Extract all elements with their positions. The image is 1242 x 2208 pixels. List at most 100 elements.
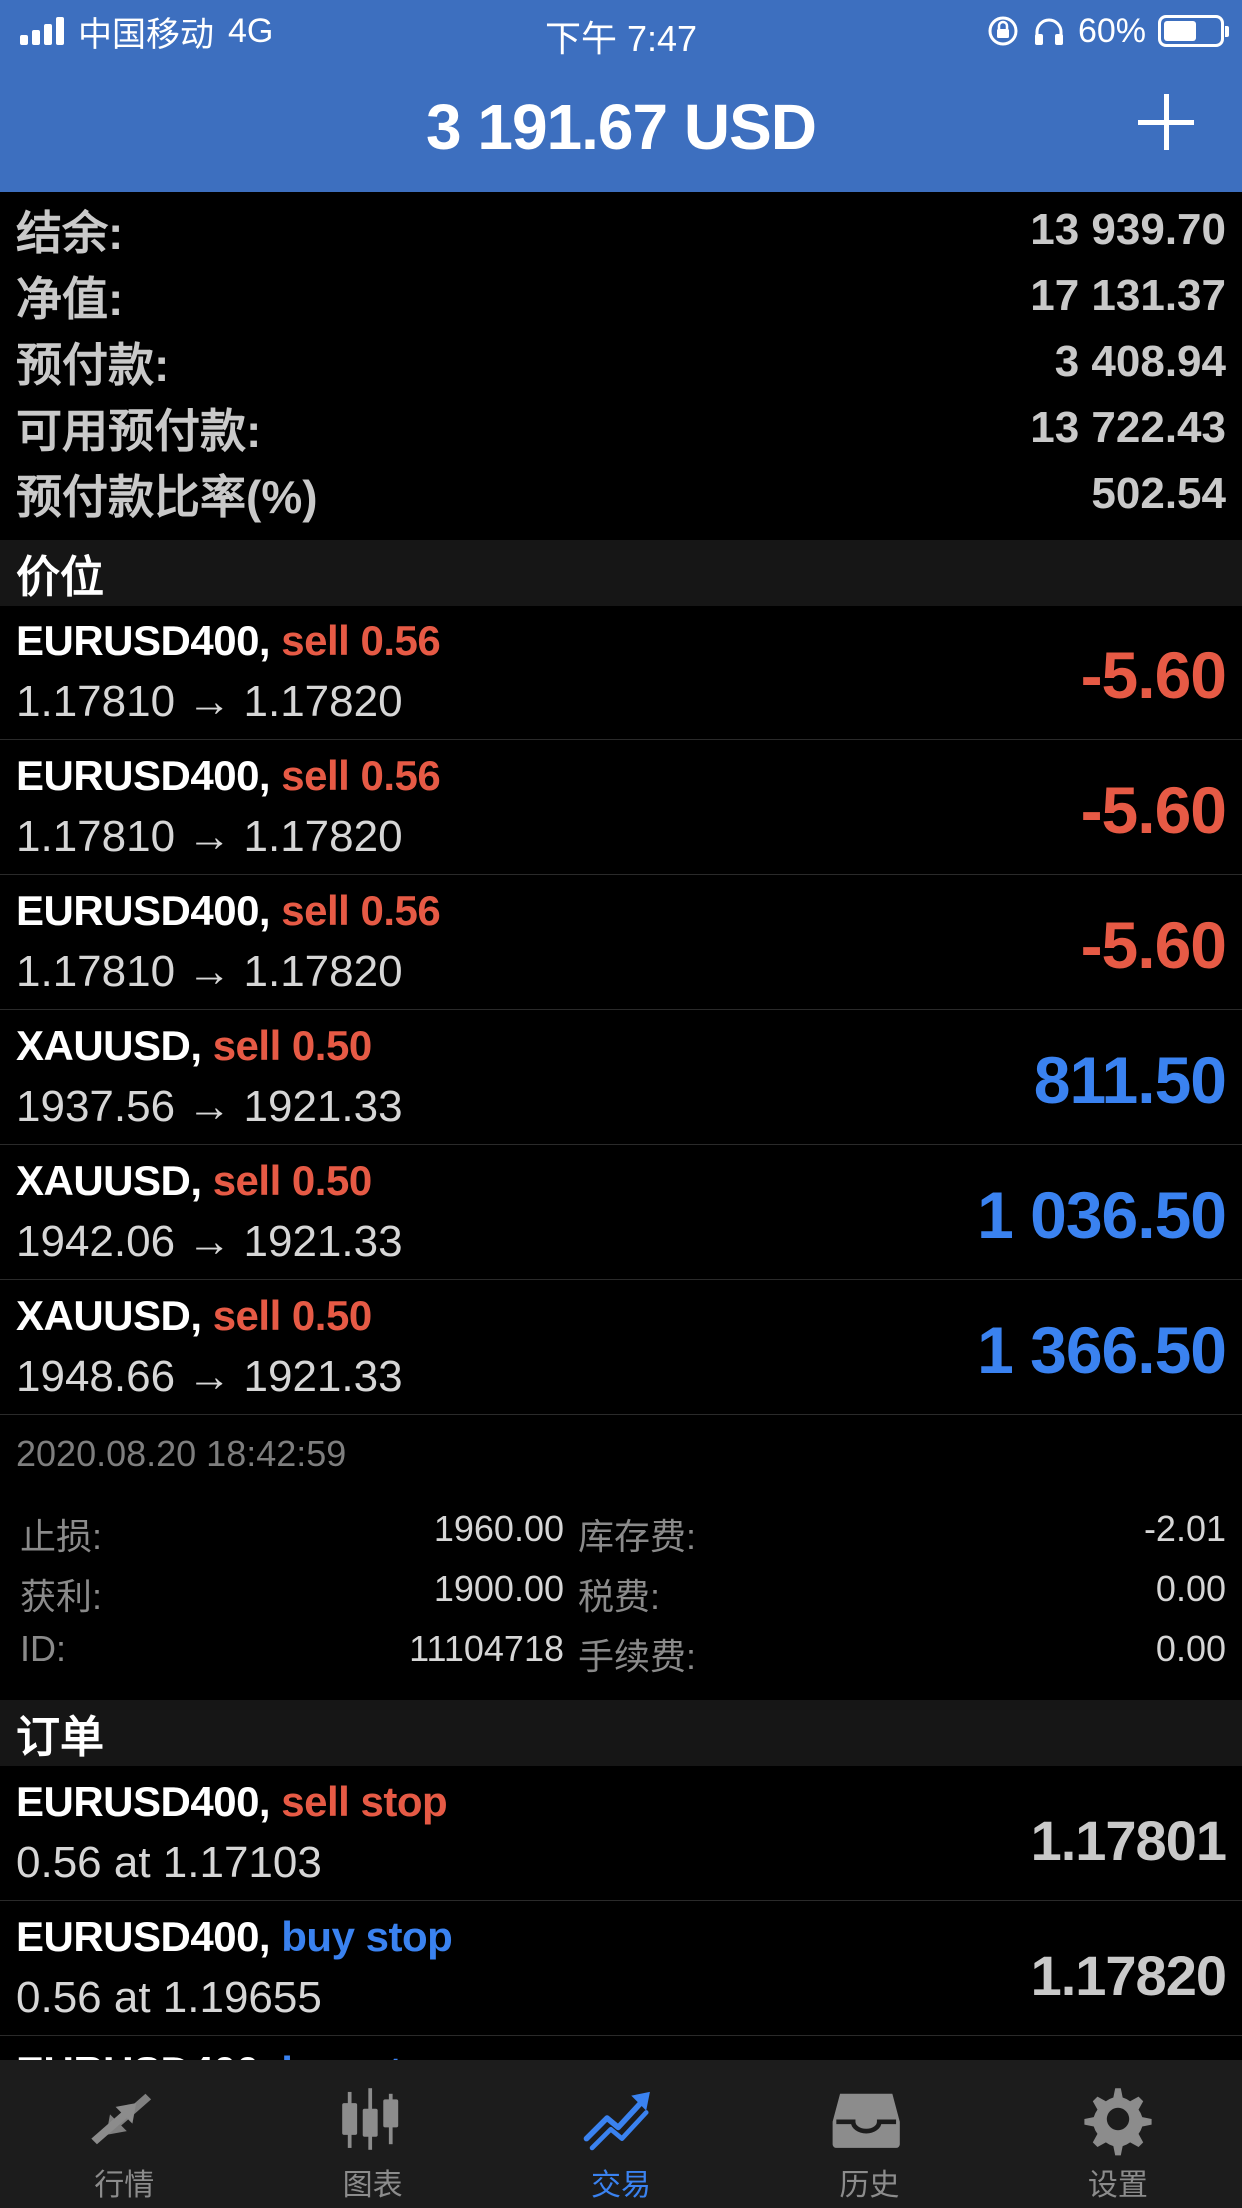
order-current-price: 1.17801 <box>1030 1809 1227 1872</box>
position-prices: 1.17810 → 1.17820 <box>16 947 403 996</box>
position-detail: 2020.08.20 18:42:59 止损: 1960.00 库存费: -2.01 获… <box>0 1428 1242 1700</box>
summary-row: 预付款: 3 408.94 <box>0 329 1242 395</box>
summary-label: 净值: <box>16 273 124 325</box>
tab-label: 历史 <box>839 2169 900 2202</box>
order-detail: 0.56 at 1.19655 <box>16 1973 322 2022</box>
position-direction: sell 0.56 <box>281 752 441 799</box>
summary-row: 净值: 17 131.37 <box>0 263 1242 329</box>
order-symbol: EURUSD400, <box>16 1913 271 1960</box>
detail-label: 手续费: <box>578 1636 697 1677</box>
trade-trend-icon <box>583 2091 650 2151</box>
candlestick-chart-icon <box>341 2088 398 2150</box>
position-direction: sell 0.56 <box>281 887 441 934</box>
bottom-tab-bar: 行情 图表 交易 历史 设置 <box>0 2060 1242 2208</box>
quotes-arrows-icon <box>91 2093 152 2145</box>
position-row[interactable]: EURUSD400, sell 0.56 1.17810 → 1.17820 -5.… <box>0 740 1242 875</box>
order-detail: 0.56 at 1.17103 <box>16 1838 322 1887</box>
tab-label: 交易 <box>591 2169 652 2202</box>
position-prices: 1937.56 → 1921.33 <box>16 1082 403 1131</box>
detail-label: 止损: <box>20 1516 103 1557</box>
position-prices: 1942.06 → 1921.33 <box>16 1217 403 1266</box>
position-prices: 1.17810 → 1.17820 <box>16 677 403 726</box>
detail-value: -2.01 <box>1143 1508 1226 1549</box>
position-profit: -5.60 <box>1080 908 1227 982</box>
position-direction: sell 0.50 <box>212 1022 372 1069</box>
position-symbol: XAUUSD, <box>16 1022 202 1069</box>
tab-settings-gear[interactable]: 设置 <box>994 2060 1242 2208</box>
summary-value: 17 131.37 <box>1030 271 1226 320</box>
position-direction: sell 0.56 <box>281 617 441 664</box>
order-symbol: EURUSD400, <box>16 2048 271 2060</box>
position-symbol: EURUSD400, <box>16 617 271 664</box>
orders-list: EURUSD400, sell stop 0.56 at 1.17103 1.178… <box>0 1766 1242 2060</box>
positions-section-header: 价位 <box>0 540 1242 606</box>
detail-value: 1900.00 <box>433 1568 564 1609</box>
summary-value: 3 408.94 <box>1054 337 1226 386</box>
positions-list: EURUSD400, sell 0.56 1.17810 → 1.17820 -5.… <box>0 605 1242 1415</box>
position-row[interactable]: EURUSD400, sell 0.56 1.17810 → 1.17820 -5.… <box>0 875 1242 1010</box>
detail-row: ID: 11104718 手续费: 0.00 <box>16 1618 1226 1678</box>
position-direction: sell 0.50 <box>212 1157 372 1204</box>
position-symbol: EURUSD400, <box>16 887 271 934</box>
order-row[interactable]: EURUSD400, sell stop 0.56 at 1.17103 1.178… <box>0 1766 1242 1901</box>
battery-icon <box>1158 15 1229 47</box>
detail-label: 库存费: <box>578 1516 697 1557</box>
position-symbol: EURUSD400, <box>16 752 271 799</box>
tab-label: 行情 <box>94 2169 155 2202</box>
summary-value: 502.54 <box>1091 469 1226 518</box>
tab-candlestick-chart[interactable]: 图表 <box>248 2060 496 2208</box>
position-row[interactable]: XAUUSD, sell 0.50 1937.56 → 1921.33 811.50 <box>0 1010 1242 1145</box>
headphones-icon <box>1034 18 1063 45</box>
detail-label: 税费: <box>578 1576 661 1617</box>
order-type: sell stop <box>281 1778 448 1825</box>
summary-row: 结余: 13 939.70 <box>0 197 1242 263</box>
order-type: buy stop <box>281 2048 453 2060</box>
detail-value: 1960.00 <box>433 1508 564 1549</box>
orientation-lock-icon <box>988 16 1018 46</box>
order-row[interactable]: EURUSD400, buy stop 0.56 at 1.19655 1.1782… <box>0 1901 1242 2036</box>
tab-trade-trend[interactable]: 交易 <box>497 2060 745 2208</box>
position-symbol: XAUUSD, <box>16 1157 202 1204</box>
position-profit: 1 036.50 <box>977 1178 1227 1252</box>
detail-value: 11104718 <box>409 1628 564 1669</box>
detail-row: 获利: 1900.00 税费: 0.00 <box>16 1558 1226 1618</box>
position-profit: -5.60 <box>1080 773 1227 847</box>
battery-percent: 60% <box>1077 11 1146 50</box>
order-type: buy stop <box>281 1913 453 1960</box>
detail-label: 获利: <box>20 1576 103 1617</box>
history-inbox-icon <box>833 2093 901 2148</box>
position-open-time: 2020.08.20 18:42:59 <box>16 1433 347 1474</box>
position-profit: 811.50 <box>1033 1043 1227 1117</box>
status-bar: 中国移动 4G 下午 7:47 60% <box>0 0 1242 62</box>
order-row[interactable]: EURUSD400, buy stop <box>0 2036 1242 2060</box>
detail-value: 0.00 <box>1155 1568 1226 1609</box>
summary-label: 预付款比率(%) <box>16 471 318 523</box>
order-symbol: EURUSD400, <box>16 1778 271 1825</box>
position-row[interactable]: XAUUSD, sell 0.50 1942.06 → 1921.33 1 036.… <box>0 1145 1242 1280</box>
position-symbol: XAUUSD, <box>16 1292 202 1339</box>
detail-row: 止损: 1960.00 库存费: -2.01 <box>16 1498 1226 1558</box>
top-bar: 中国移动 4G 下午 7:47 60% 3 191.67 USD <box>0 0 1242 192</box>
summary-row: 可用预付款: 13 722.43 <box>0 395 1242 461</box>
summary-value: 13 722.43 <box>1030 403 1226 452</box>
tab-label: 设置 <box>1087 2169 1148 2202</box>
summary-value: 13 939.70 <box>1030 205 1226 254</box>
detail-value: 0.00 <box>1155 1628 1226 1669</box>
plus-icon[interactable] <box>1138 94 1194 150</box>
summary-label: 预付款: <box>16 339 170 391</box>
position-direction: sell 0.50 <box>212 1292 372 1339</box>
tab-label: 图表 <box>342 2169 403 2202</box>
summary-label: 结余: <box>16 207 124 259</box>
summary-row: 预付款比率(%) 502.54 <box>0 461 1242 527</box>
settings-gear-icon <box>1084 2088 1152 2156</box>
tab-quotes-arrows[interactable]: 行情 <box>0 2060 248 2208</box>
position-row[interactable]: EURUSD400, sell 0.56 1.17810 → 1.17820 -5.… <box>0 605 1242 740</box>
account-profit-title: 3 191.67 USD <box>425 91 817 163</box>
tab-history-inbox[interactable]: 历史 <box>745 2060 993 2208</box>
position-prices: 1.17810 → 1.17820 <box>16 812 403 861</box>
order-current-price: 1.17820 <box>1030 1944 1227 2007</box>
orders-section-header: 订单 <box>0 1700 1242 1766</box>
summary-label: 可用预付款: <box>16 405 262 457</box>
position-prices: 1948.66 → 1921.33 <box>16 1352 403 1401</box>
position-row[interactable]: XAUUSD, sell 0.50 1948.66 → 1921.33 1 366.… <box>0 1280 1242 1415</box>
